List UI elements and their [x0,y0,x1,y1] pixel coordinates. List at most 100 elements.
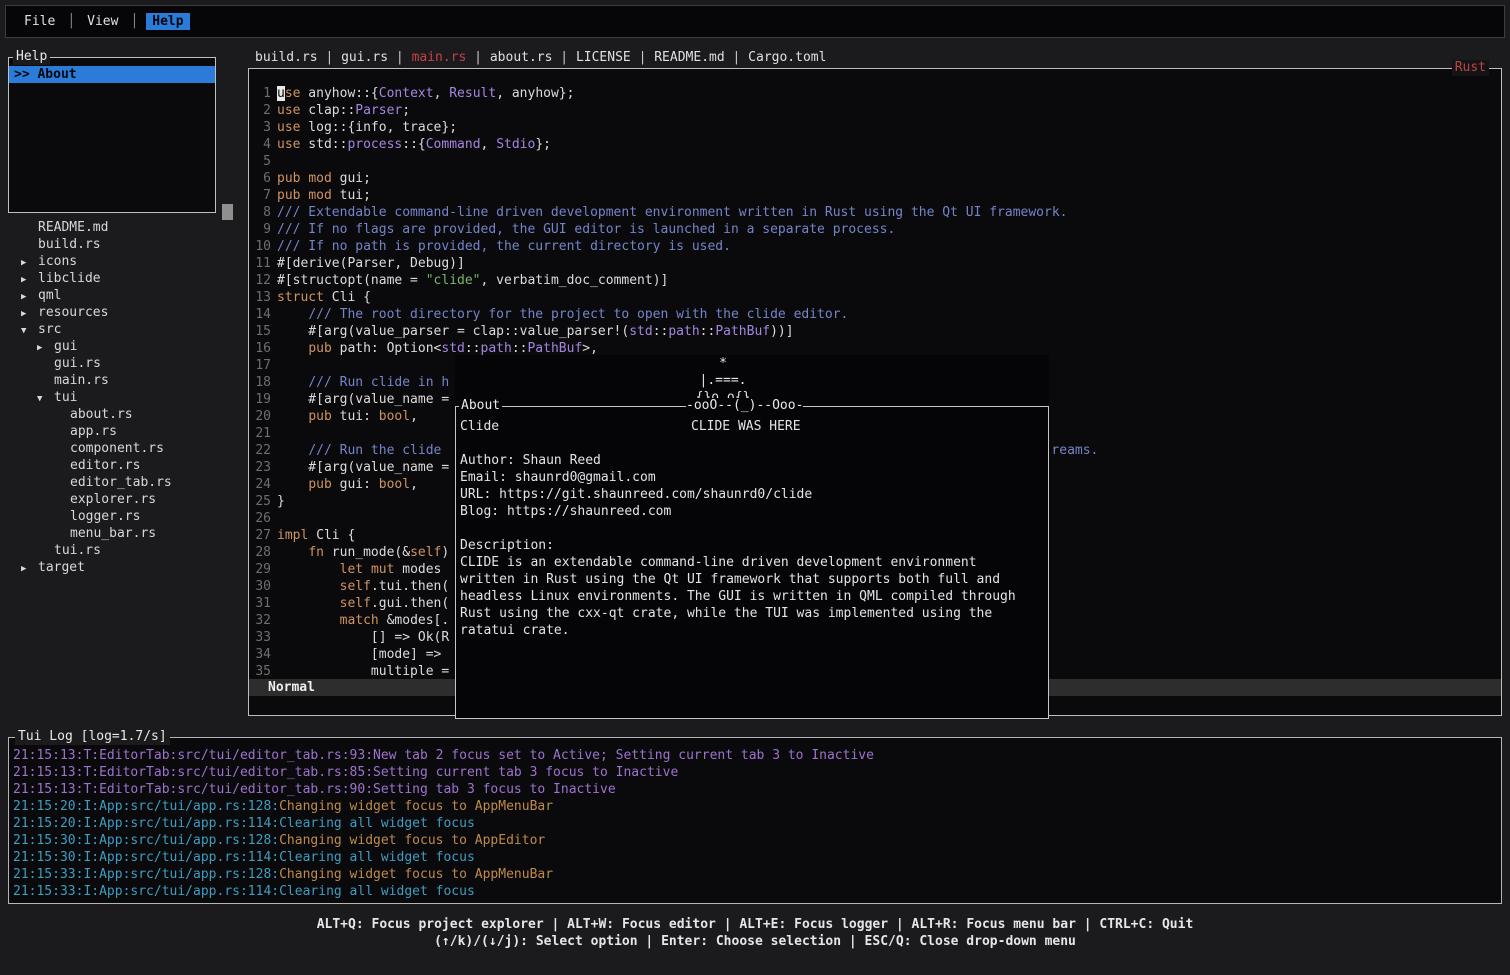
tab-about.rs[interactable]: about.rs [490,50,553,65]
explorer-item-explorer.rs[interactable]: explorer.rs [8,491,240,508]
code-text: /// If no flags are provided, the GUI ed… [277,222,895,237]
explorer-item-label: tui [54,390,77,405]
code-token: pub [308,477,331,492]
log-entries: 21:15:13:T:EditorTab:src/tui/editor_tab.… [9,738,1501,900]
code-line-8[interactable]: 8/// Extendable command-line driven deve… [249,204,1501,221]
tab-build.rs[interactable]: build.rs [255,50,318,65]
line-number: 26 [249,510,271,527]
explorer-item-src[interactable]: ▼src [8,321,240,338]
explorer-item-build.rs[interactable]: build.rs [8,236,240,253]
explorer-item-gui.rs[interactable]: gui.rs [8,355,240,372]
explorer-item-qml[interactable]: ▶qml [8,287,240,304]
menu-option-about[interactable]: >> About [9,66,215,83]
menu-bar: File│View│Help [5,5,1505,38]
explorer-item-editor.rs[interactable]: editor.rs [8,457,240,474]
explorer-item-label: editor_tab.rs [70,475,172,490]
line-number: 1 [249,85,271,102]
code-line-15[interactable]: 15 #[arg(value_parser = clap::value_pars… [249,323,1501,340]
explorer-item-label: editor.rs [70,458,140,473]
code-token: #[arg(value_parser = clap::value_parser!… [277,324,629,339]
code-token: use [277,103,300,118]
explorer-item-app.rs[interactable]: app.rs [8,423,240,440]
code-line-3[interactable]: 3use log::{info, trace}; [249,119,1501,136]
code-token: PathBuf [715,324,770,339]
line-number: 23 [249,459,271,476]
code-token: &modes[. [379,613,449,628]
explorer-item-logger.rs[interactable]: logger.rs [8,508,240,525]
code-token: ) [441,545,449,560]
code-token: pub [277,188,300,203]
line-number: 16 [249,340,271,357]
code-token: self [340,579,371,594]
help-dropdown-title: Help [13,49,50,65]
code-line-14[interactable]: 14 /// The root directory for the projec… [249,306,1501,323]
tab-LICENSE[interactable]: LICENSE [576,50,631,65]
explorer-item-main.rs[interactable]: main.rs [8,372,240,389]
menu-item-view[interactable]: View [83,13,122,30]
log-entry-message: Clearing all widget focus [279,850,475,865]
code-text: /// Run clide in h [277,375,449,390]
code-token: path [668,324,699,339]
code-line-13[interactable]: 13struct Cli { [249,289,1501,306]
about-popup-banner: CLIDE WAS HERE [691,418,801,435]
explorer-scrollbar-thumb[interactable] [222,204,233,220]
explorer-item-icons[interactable]: ▶icons [8,253,240,270]
tab-README.md[interactable]: README.md [654,50,724,65]
code-token: run_mode(& [324,545,410,560]
code-token: , [410,477,418,492]
chevron-collapsed-icon[interactable]: ▶ [14,561,38,578]
explorer-item-resources[interactable]: ▶resources [8,304,240,321]
code-line-2[interactable]: 2use clap::Parser; [249,102,1501,119]
code-text: pub mod gui; [277,171,371,186]
explorer-item-menu_bar.rs[interactable]: menu_bar.rs [8,525,240,542]
code-line-4[interactable]: 4use std::process::{Command, Stdio}; [249,136,1501,153]
code-line-6[interactable]: 6pub mod gui; [249,170,1501,187]
explorer-item-tui.rs[interactable]: tui.rs [8,542,240,559]
about-popup-row: Author: Shaun Reed [460,452,1048,469]
explorer-item-tui[interactable]: ▼tui [8,389,240,406]
code-line-5[interactable]: 5 [249,153,1501,170]
code-token [277,307,308,322]
line-number: 9 [249,221,271,238]
line-number: 8 [249,204,271,221]
tab-gui.rs[interactable]: gui.rs [341,50,388,65]
code-token: .gui.then( [371,596,449,611]
explorer-item-libclide[interactable]: ▶libclide [8,270,240,287]
about-popup-row: Rust using the cxx-qt crate, while the T… [460,605,1048,622]
code-token: process [347,137,402,152]
code-token [277,613,340,628]
code-line-7[interactable]: 7pub mod tui; [249,187,1501,204]
explorer-item-target[interactable]: ▶target [8,559,240,576]
explorer-item-component.rs[interactable]: component.rs [8,440,240,457]
tab-main.rs[interactable]: main.rs [412,50,467,65]
about-popup-title: About [459,398,502,414]
code-text: [mode] => [277,647,441,662]
explorer-item-editor_tab.rs[interactable]: editor_tab.rs [8,474,240,491]
about-popup-app-name: Clide [460,419,499,434]
code-line-10[interactable]: 10/// If no path is provided, the curren… [249,238,1501,255]
code-text: #[arg(value_parser = clap::value_parser!… [277,324,794,339]
code-line-11[interactable]: 11#[derive(Parser, Debug)] [249,255,1501,272]
code-text: #[derive(Parser, Debug)] [277,256,465,271]
code-token: ))] [770,324,793,339]
explorer-item-gui[interactable]: ▶gui [8,338,240,355]
menu-item-help[interactable]: Help [146,13,189,30]
code-token [277,477,308,492]
line-number: 31 [249,595,271,612]
code-text: use log::{info, trace}; [277,120,457,135]
line-number: 27 [249,527,271,544]
tab-Cargo.toml[interactable]: Cargo.toml [748,50,826,65]
code-text: use clap::Parser; [277,103,410,118]
code-token: use [277,137,300,152]
code-line-12[interactable]: 12#[structopt(name = "clide", verbatim_d… [249,272,1501,289]
code-token: log::{info, trace}; [300,120,457,135]
explorer-item-about.rs[interactable]: about.rs [8,406,240,423]
code-token: ::{ [402,137,425,152]
explorer-item-README.md[interactable]: README.md [8,219,240,236]
tab-separator: | [725,50,748,65]
menu-item-file[interactable]: File [20,13,59,30]
tab-separator: | [552,50,575,65]
code-line-9[interactable]: 9 /// If no flags are provided, the GUI e… [249,221,1501,238]
code-line-1[interactable]: 1use anyhow::{Context, Result, anyhow}; [249,85,1501,102]
menu-separator: │ [130,14,138,29]
